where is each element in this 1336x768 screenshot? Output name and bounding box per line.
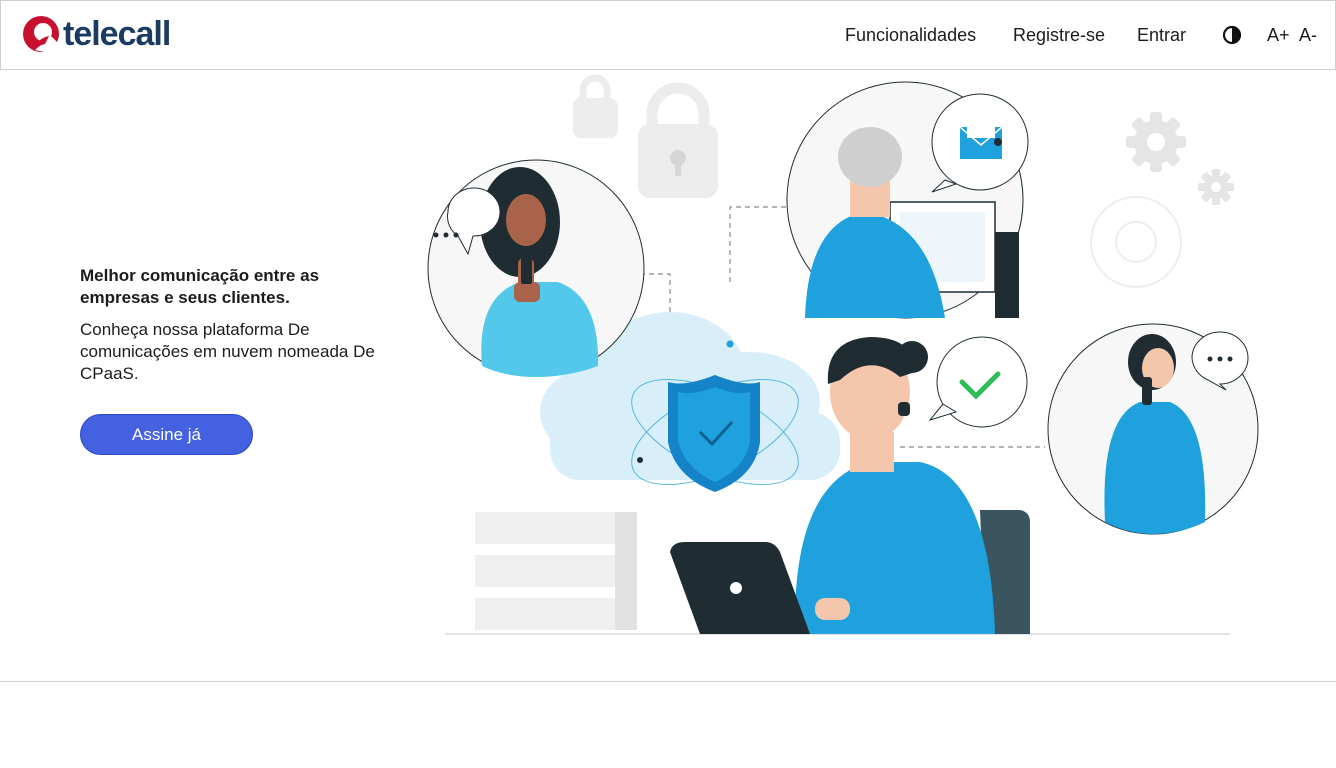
- hero-title: Melhor comunicação entre as empresas e s…: [80, 266, 320, 307]
- nav-link-label[interactable]: Entrar: [1137, 25, 1186, 46]
- hero-text-block: Melhor comunicação entre as empresas e s…: [80, 265, 380, 385]
- cpaas-illustration: [427, 74, 1259, 635]
- telecall-logo-mark-icon: [23, 16, 59, 52]
- nav-link-label[interactable]: Funcionalidades: [845, 25, 976, 46]
- hero-subtitle: Conheça nossa plataforma De comunicações…: [80, 320, 375, 383]
- nav-item-funcionalidades[interactable]: Funcionalidades: [845, 1, 976, 69]
- padlock-large-icon: [638, 82, 718, 198]
- top-navbar: telecall Funcionalidades Registre-se Ent…: [0, 0, 1336, 70]
- section-divider: [0, 681, 1336, 682]
- nav-link-label[interactable]: Registre-se: [1013, 25, 1105, 46]
- nav-item-entrar[interactable]: Entrar: [1137, 1, 1186, 69]
- font-decrease-button[interactable]: A-: [1299, 1, 1317, 69]
- nav-item-registre-se[interactable]: Registre-se: [1013, 1, 1105, 69]
- contrast-icon[interactable]: [1222, 25, 1242, 45]
- padlock-small-icon: [573, 74, 618, 138]
- logo-text: telecall: [63, 15, 171, 53]
- subscribe-button[interactable]: Assine já: [80, 414, 253, 455]
- font-increase-button[interactable]: A+: [1267, 1, 1290, 69]
- gear-icon-large: [1126, 112, 1186, 172]
- gear-outline-icon: [1090, 196, 1182, 288]
- server-rack-icon: [475, 512, 637, 630]
- telecall-logo[interactable]: telecall: [21, 14, 171, 54]
- gear-icon-small: [1198, 169, 1234, 205]
- check-bubble-icon: [928, 336, 1028, 428]
